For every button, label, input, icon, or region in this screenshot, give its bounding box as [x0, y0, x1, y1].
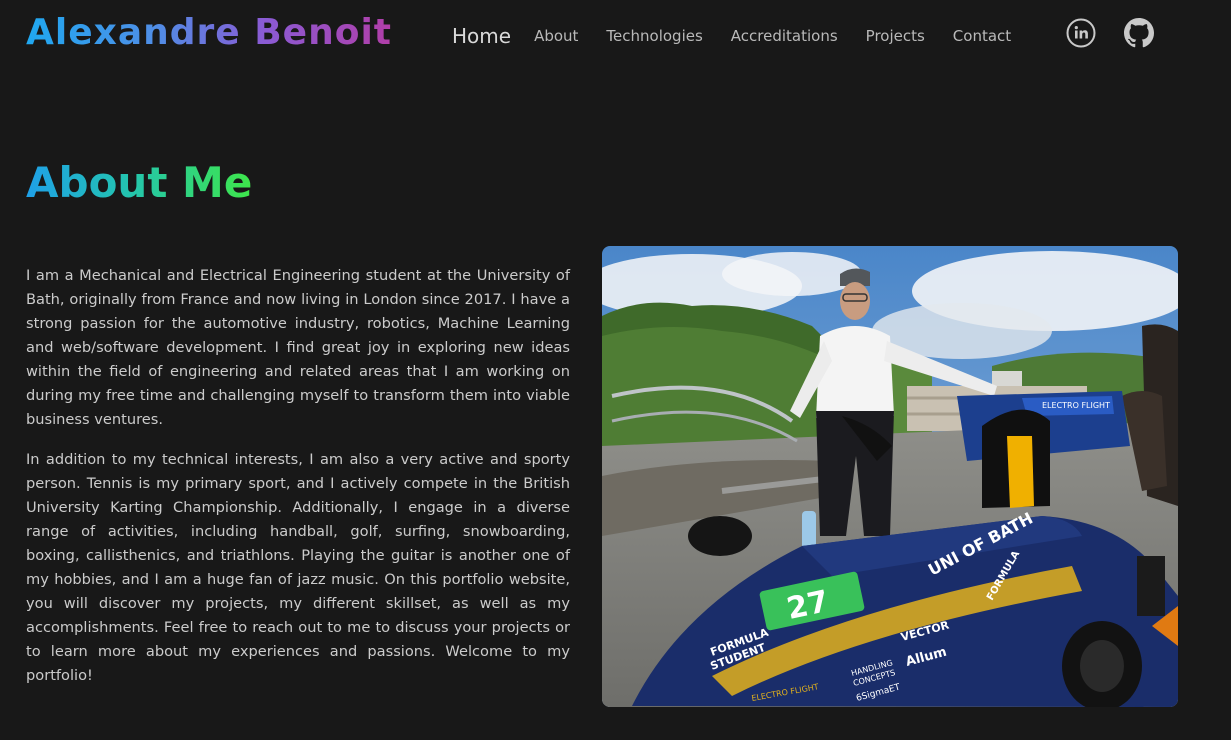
profile-photo: 27 UNI OF BATH FORMULA STUDENT FORMULA V…	[602, 246, 1178, 707]
wing-electro-label: ELECTRO FLIGHT	[1042, 401, 1110, 410]
site-brand[interactable]: Alexandre Benoit	[26, 12, 392, 53]
linkedin-icon	[1066, 18, 1096, 48]
top-navigation-bar: Alexandre Benoit Home About Technologies…	[0, 0, 1231, 72]
about-text: I am a Mechanical and Electrical Enginee…	[26, 264, 570, 688]
linkedin-link[interactable]	[1066, 18, 1096, 48]
nav-accreditations[interactable]: Accreditations	[731, 27, 838, 45]
github-icon	[1124, 18, 1154, 48]
main-nav: Home About Technologies Accreditations P…	[452, 0, 1039, 72]
about-paragraph-2: In addition to my technical interests, I…	[26, 451, 570, 684]
nav-technologies[interactable]: Technologies	[606, 27, 702, 45]
nav-home[interactable]: Home	[452, 24, 511, 48]
nav-projects[interactable]: Projects	[866, 27, 925, 45]
nav-about[interactable]: About	[534, 27, 578, 45]
github-link[interactable]	[1124, 18, 1154, 48]
about-heading: About Me	[26, 158, 253, 207]
about-paragraph-1: I am a Mechanical and Electrical Enginee…	[26, 267, 570, 428]
nav-contact[interactable]: Contact	[953, 27, 1011, 45]
